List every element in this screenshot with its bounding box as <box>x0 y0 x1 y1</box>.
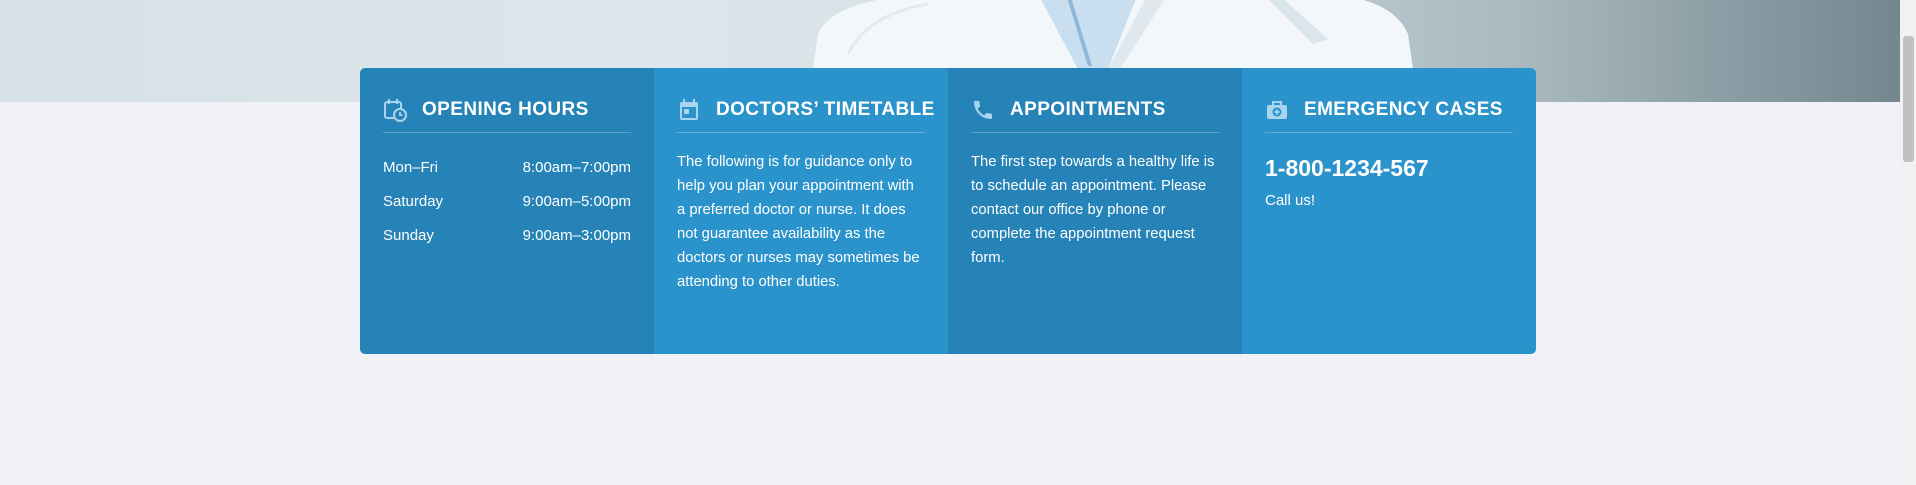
calendar-clock-icon <box>383 98 407 122</box>
hours-time: 9:00am–3:00pm <box>522 227 631 244</box>
timetable-text: The following is for guidance only to he… <box>677 154 920 290</box>
appointments-title: Appointments <box>1010 99 1166 120</box>
emergency-title: Emergency Cases <box>1304 99 1503 120</box>
hours-day: Saturday <box>383 193 444 210</box>
medical-kit-icon <box>1265 98 1289 122</box>
timetable-title: Doctors’ Timetable <box>716 99 935 120</box>
opening-hours-header: Opening Hours <box>383 88 631 133</box>
opening-hours-title: Opening Hours <box>422 99 589 120</box>
emergency-card: Emergency Cases 1-800-1234-567 Call us! <box>1242 68 1536 354</box>
opening-hours-card: Opening Hours Mon–Fri 8:00am–7:00pm Satu… <box>360 68 654 354</box>
emergency-phone[interactable]: 1-800-1234-567 <box>1265 155 1513 182</box>
hours-row: Sunday 9:00am–3:00pm <box>383 219 631 253</box>
appointments-card: Appointments The first step towards a he… <box>948 68 1242 354</box>
timetable-card: Doctors’ Timetable The following is for … <box>654 68 948 354</box>
info-panel: Opening Hours Mon–Fri 8:00am–7:00pm Satu… <box>360 68 1536 354</box>
emergency-header: Emergency Cases <box>1265 88 1513 133</box>
scrollbar-thumb[interactable] <box>1903 36 1914 162</box>
hours-time: 8:00am–7:00pm <box>522 159 631 176</box>
appointments-text: The first step towards a healthy life is… <box>971 154 1215 266</box>
call-us-text: Call us! <box>1265 192 1316 209</box>
hours-day: Sunday <box>383 227 434 244</box>
vertical-scrollbar[interactable] <box>1900 0 1916 485</box>
hours-list: Mon–Fri 8:00am–7:00pm Saturday 9:00am–5:… <box>383 151 631 253</box>
hours-time: 9:00am–5:00pm <box>522 193 631 210</box>
phone-icon <box>971 98 995 122</box>
calendar-icon <box>677 98 701 122</box>
hours-day: Mon–Fri <box>383 159 439 176</box>
timetable-header: Doctors’ Timetable <box>677 88 934 133</box>
appointments-header: Appointments <box>971 88 1219 133</box>
hours-row: Mon–Fri 8:00am–7:00pm <box>383 151 631 185</box>
hours-row: Saturday 9:00am–5:00pm <box>383 185 631 219</box>
